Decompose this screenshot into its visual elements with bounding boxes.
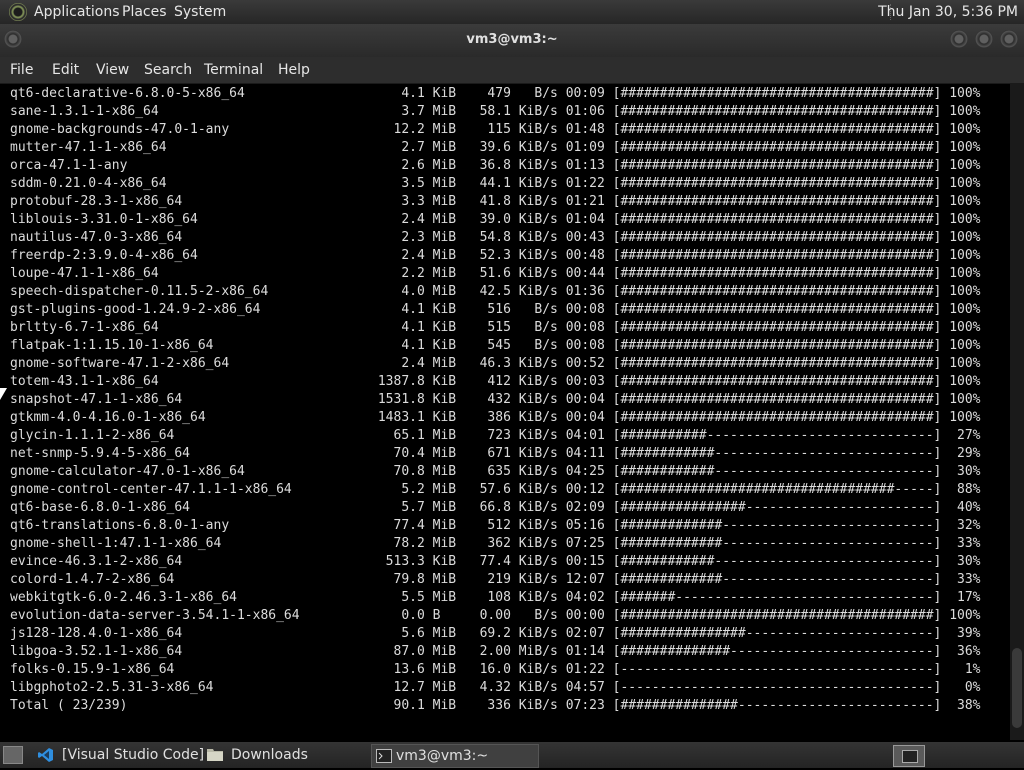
terminal-line: loupe-47.1-1-x86_64 2.2 MiB 51.6 KiB/s 0… [10,266,981,281]
folder-icon [207,747,223,762]
terminal-line: orca-47.1-1-any 2.6 MiB 36.8 KiB/s 01:13… [10,158,981,173]
task-label: [Visual Studio Code] [62,747,205,763]
terminal-line: qt6-translations-6.8.0-1-any 77.4 MiB 51… [10,518,981,533]
window-title: vm3@vm3:~ [466,32,558,47]
scrollbar-thumb[interactable] [1012,648,1022,728]
terminal-line: speech-dispatcher-0.11.5-2-x86_64 4.0 Mi… [10,284,981,299]
terminal-line: glycin-1.1.1-2-x86_64 65.1 MiB 723 KiB/s… [10,428,981,443]
terminal-line: gnome-software-47.1-2-x86_64 2.4 MiB 46.… [10,356,981,371]
terminal-line: gnome-shell-1:47.1-1-x86_64 78.2 MiB 362… [10,536,981,551]
mate-logo-icon[interactable] [9,3,27,21]
terminal-line: gtkmm-4.0-4.16.0-1-x86_64 1483.1 KiB 386… [10,410,981,425]
vscode-icon [38,747,54,762]
terminal-line: js128-128.4.0-1-x86_64 5.6 MiB 69.2 KiB/… [10,626,981,641]
menu-help[interactable]: Help [278,57,310,83]
bottom-taskbar: [Visual Studio Code] Downloads vm3@vm3:~ [0,742,1024,768]
task-label: Downloads [231,747,308,763]
terminal-line: brltty-6.7-1-x86_64 4.1 KiB 515 B/s 00:0… [10,320,981,335]
terminal-line: evince-46.3.1-2-x86_64 513.3 KiB 77.4 Ki… [10,554,981,569]
terminal-line: sane-1.3.1-1-x86_64 3.7 MiB 58.1 KiB/s 0… [10,104,981,119]
menu-terminal[interactable]: Terminal [204,57,263,83]
show-desktop-icon[interactable] [3,746,23,764]
task-downloads[interactable]: Downloads [207,744,367,766]
terminal-line: qt6-base-6.8.0-1-x86_64 5.7 MiB 66.8 KiB… [10,500,981,515]
terminal-line: evolution-data-server-3.54.1-1-x86_64 0.… [10,608,981,623]
terminal-line: nautilus-47.0-3-x86_64 2.3 MiB 54.8 KiB/… [10,230,981,245]
terminal-line: libgoa-3.52.1-1-x86_64 87.0 MiB 2.00 MiB… [10,644,981,659]
terminal-line: net-snmp-5.9.4-5-x86_64 70.4 MiB 671 KiB… [10,446,981,461]
top-panel: Applications Places System Thu Jan 30, 5… [0,0,1024,24]
menu-edit[interactable]: Edit [52,57,79,83]
clock[interactable]: Thu Jan 30, 5:36 PM [878,0,1018,24]
terminal-line: Total ( 23/239) 90.1 MiB 336 KiB/s 07:23… [10,698,981,713]
terminal-line: folks-0.15.9-1-x86_64 13.6 MiB 16.0 KiB/… [10,662,981,677]
places-menu[interactable]: Places [122,0,167,24]
menu-file[interactable]: File [10,57,33,83]
terminal-line: gst-plugins-good-1.24.9-2-x86_64 4.1 KiB… [10,302,981,317]
menu-view[interactable]: View [96,57,129,83]
task-label: vm3@vm3:~ [396,748,489,764]
terminal-line: qt6-declarative-6.8.0-5-x86_64 4.1 KiB 4… [10,86,981,101]
mouse-pointer-icon [0,388,7,400]
terminal-line: colord-1.4.7-2-x86_64 79.8 MiB 219 KiB/s… [10,572,981,587]
maximize-button[interactable] [975,30,993,48]
terminal-line: gnome-control-center-47.1.1-1-x86_64 5.2… [10,482,981,497]
terminal-line: freerdp-2:3.9.0-4-x86_64 2.4 MiB 52.3 Ki… [10,248,981,263]
menu-search[interactable]: Search [144,57,192,83]
window-title-bar[interactable]: vm3@vm3:~ [0,24,1024,57]
terminal-line: liblouis-3.31.0-1-x86_64 2.4 MiB 39.0 Ki… [10,212,981,227]
minimize-button[interactable] [950,30,968,48]
workspace-icon [902,750,918,763]
applications-menu[interactable]: Applications [34,0,120,24]
close-button[interactable] [1000,30,1018,48]
terminal-output[interactable]: qt6-declarative-6.8.0-5-x86_64 4.1 KiB 4… [0,84,1010,740]
terminal-line: webkitgtk-6.0-2.46.3-1-x86_64 5.5 MiB 10… [10,590,981,605]
menubar: File Edit View Search Terminal Help [0,57,1024,84]
terminal-line: libgphoto2-2.5.31-3-x86_64 12.7 MiB 4.32… [10,680,981,695]
terminal-line: flatpak-1:1.15.10-1-x86_64 4.1 KiB 545 B… [10,338,981,353]
terminal-line: snapshot-47.1-1-x86_64 1531.8 KiB 432 Ki… [10,392,981,407]
workspace-switcher[interactable] [893,745,925,767]
terminal-scrollbar[interactable] [1010,84,1024,740]
terminal-line: sddm-0.21.0-4-x86_64 3.5 MiB 44.1 KiB/s … [10,176,981,191]
terminal-line: gnome-calculator-47.0-1-x86_64 70.8 MiB … [10,464,981,479]
task-terminal[interactable]: vm3@vm3:~ [371,744,539,768]
system-menu[interactable]: System [174,0,226,24]
terminal-line: totem-43.1-1-x86_64 1387.8 KiB 412 KiB/s… [10,374,981,389]
terminal-line: gnome-backgrounds-47.0-1-any 12.2 MiB 11… [10,122,981,137]
terminal-line: mutter-47.1-1-x86_64 2.7 MiB 39.6 KiB/s … [10,140,981,155]
terminal-icon [376,748,392,763]
terminal-line: protobuf-28.3-1-x86_64 3.3 MiB 41.8 KiB/… [10,194,981,209]
task-vscode[interactable]: [Visual Studio Code] [38,744,204,766]
